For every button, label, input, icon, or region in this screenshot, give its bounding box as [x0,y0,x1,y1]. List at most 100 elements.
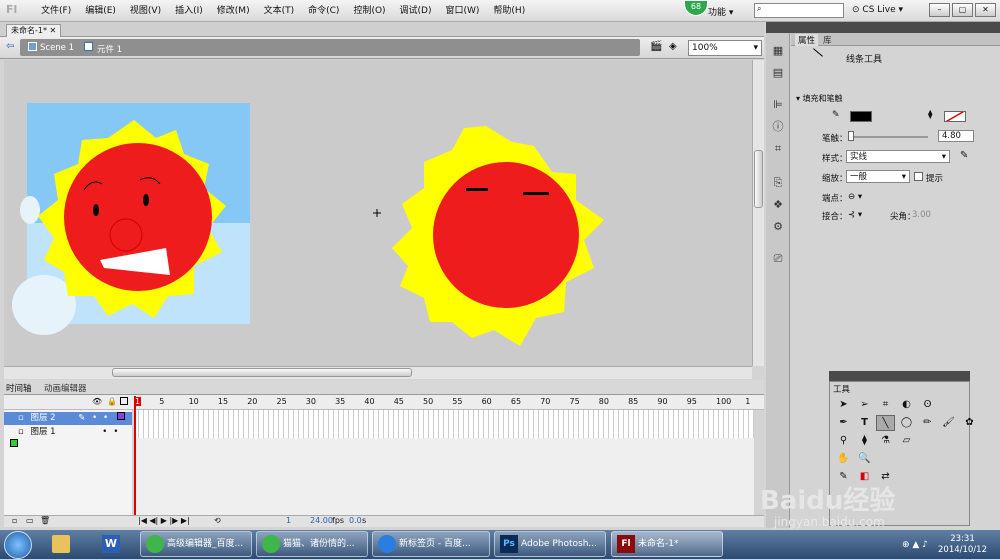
layer-color-swatch[interactable] [116,412,125,420]
playhead[interactable] [134,396,136,516]
hand-tool-icon[interactable]: ✋ [834,451,853,467]
scene-panel-icon[interactable]: ⎚ [771,252,785,266]
new-folder-icon[interactable]: ▭ [26,516,34,525]
scale-select[interactable]: 一般 ▾ [846,170,910,183]
edit-symbols-icon[interactable]: ◈ [669,41,677,52]
miter-value[interactable]: 3.00 [912,210,931,220]
stroke-slider[interactable] [850,136,928,138]
oval-tool-icon[interactable]: ◯ [897,415,916,431]
eraser-icon[interactable]: ▱ [897,433,916,449]
maximize-button[interactable]: ▢ [952,3,973,17]
delete-layer-icon[interactable]: 🗑 [40,516,50,525]
menu-commands[interactable]: 命令(C) [301,5,346,17]
free-transform-icon[interactable]: ⌗ [876,397,895,413]
menu-file[interactable]: 文件(F) [34,5,78,17]
stage-canvas [12,103,604,346]
layer-row[interactable]: ▫ 图层 1 • • [4,426,132,447]
vertical-scroll-thumb[interactable] [754,150,763,208]
selection-tool-icon[interactable]: ➤ [834,397,853,413]
tab-motion-editor[interactable]: 动画编辑器 [44,382,87,394]
outline-icon[interactable] [120,397,128,405]
panel-icon-1[interactable]: ▦ [771,44,785,58]
menu-modify[interactable]: 修改(M) [210,5,257,17]
back-arrow-icon[interactable]: ⇦ [6,41,14,52]
tab-close-icon[interactable]: ✕ [50,26,57,35]
align-icon[interactable]: ⊫ [771,98,785,112]
zoom-select[interactable]: 100% ▾ [688,40,762,56]
edit-stroke-style-icon[interactable]: ✎ [960,150,968,161]
eye-icon[interactable]: 👁 [92,397,102,406]
hint-checkbox[interactable] [914,172,923,181]
horizontal-scroll-thumb[interactable] [112,368,412,377]
subselection-tool-icon[interactable]: ➢ [855,397,874,413]
join-select[interactable]: ⊰ ▾ [848,210,862,220]
menu-insert[interactable]: 插入(I) [168,5,210,17]
minimize-button[interactable]: – [929,3,950,17]
pencil-tool-icon[interactable]: ✏ [918,415,937,431]
tab-timeline[interactable]: 时间轴 [6,382,32,394]
lasso-tool-icon[interactable]: ʘ [918,397,937,413]
menu-window[interactable]: 窗口(W) [439,5,487,17]
transform-icon[interactable]: ⌗ [771,142,785,156]
new-layer-icon[interactable]: ▫ [12,516,17,525]
close-button[interactable]: ✕ [975,3,996,17]
workspace-function-menu[interactable]: 功能 ▾ [708,5,733,18]
paint-bucket-icon[interactable]: ⧫ [855,433,874,449]
layer-color-swatch[interactable] [10,439,18,447]
frame-ruler[interactable]: 1 5 10 15 20 25 30 35 40 45 50 55 60 65 70 75 80 85 90 95 10… [134,397,754,407]
cap-select[interactable]: ⊖ ▾ [848,192,862,202]
layer-row[interactable]: ▫ 图层 2 ✎ • • [4,412,132,425]
explorer-icon[interactable] [52,535,70,553]
tray-icons[interactable]: ⊕ ▲ ♪ [902,540,928,550]
menu-control[interactable]: 控制(O) [346,5,392,17]
playback-controls[interactable]: |◀ ◀| ▶ |▶ ▶| [138,516,190,525]
zoom-tool-icon[interactable]: 🔍 [855,451,874,467]
fill-color-swatch[interactable] [944,111,966,122]
pen-tool-icon[interactable]: ✒ [834,415,853,431]
menu-view[interactable]: 视图(V) [123,5,168,17]
edit-scene-icon[interactable]: 🎬 [650,41,662,52]
bone-tool-icon[interactable]: ⚲ [834,433,853,449]
components-icon[interactable]: ❖ [771,198,785,212]
panel-icon-2[interactable]: ▤ [771,66,785,80]
system-clock[interactable]: 23:31 2014/10/12 [938,534,987,556]
ruler-tick-label: 15 [217,397,229,406]
cs-live-button[interactable]: ⊙ CS Live ▾ [852,5,903,15]
watermark-url: jingyan.baidu.com [774,515,885,529]
menu-edit[interactable]: 编辑(E) [78,5,123,17]
tab-library[interactable]: 库 [823,34,832,46]
eyedropper-icon[interactable]: ⚗ [876,433,895,449]
menu-help[interactable]: 帮助(H) [486,5,532,17]
stage[interactable] [4,60,752,366]
line-tool-icon[interactable]: ╲ [876,415,895,431]
lock-icon[interactable]: 🔒 [107,397,117,406]
breadcrumb-symbol[interactable]: 元件 1 [97,43,122,55]
stage-vertical-scrollbar[interactable] [752,60,764,366]
stroke-slider-handle[interactable] [848,131,854,141]
start-button[interactable] [4,531,32,559]
loop-icon[interactable]: ⟲ [214,516,221,525]
info-icon[interactable]: ⓘ [771,120,785,134]
help-search-input[interactable]: ⌕ [754,3,844,18]
stroke-value-input[interactable]: 4.80 [938,130,974,142]
cs-live-label: CS Live [862,5,896,15]
menu-text[interactable]: 文本(T) [257,5,302,17]
frame-grid[interactable] [134,410,754,438]
document-tab[interactable]: 未命名-1* ✕ [6,24,62,37]
tab-properties[interactable]: 属性 [795,34,819,46]
breadcrumb-scene[interactable]: Scene 1 [40,43,74,53]
word-icon[interactable]: W [102,535,120,553]
section-fill-stroke[interactable]: ▾ 填充和笔触 [796,93,843,104]
chevron-down-icon: ▾ [753,43,758,53]
tools-titlebar[interactable] [829,371,970,381]
text-tool-icon[interactable]: T [855,415,874,431]
behaviors-icon[interactable]: ⚙ [771,220,785,234]
3d-rotation-icon[interactable]: ◐ [897,397,916,413]
history-icon[interactable]: ⎘ [771,176,785,190]
brush-tool-icon[interactable]: 🖌 [939,415,958,431]
stroke-color-swatch[interactable] [850,111,872,122]
deco-tool-icon[interactable]: ✿ [960,415,979,431]
style-select[interactable]: 实线 ▾ [846,150,950,163]
fps-value[interactable]: 24.00 [310,516,333,525]
menu-debug[interactable]: 调试(D) [393,5,439,17]
